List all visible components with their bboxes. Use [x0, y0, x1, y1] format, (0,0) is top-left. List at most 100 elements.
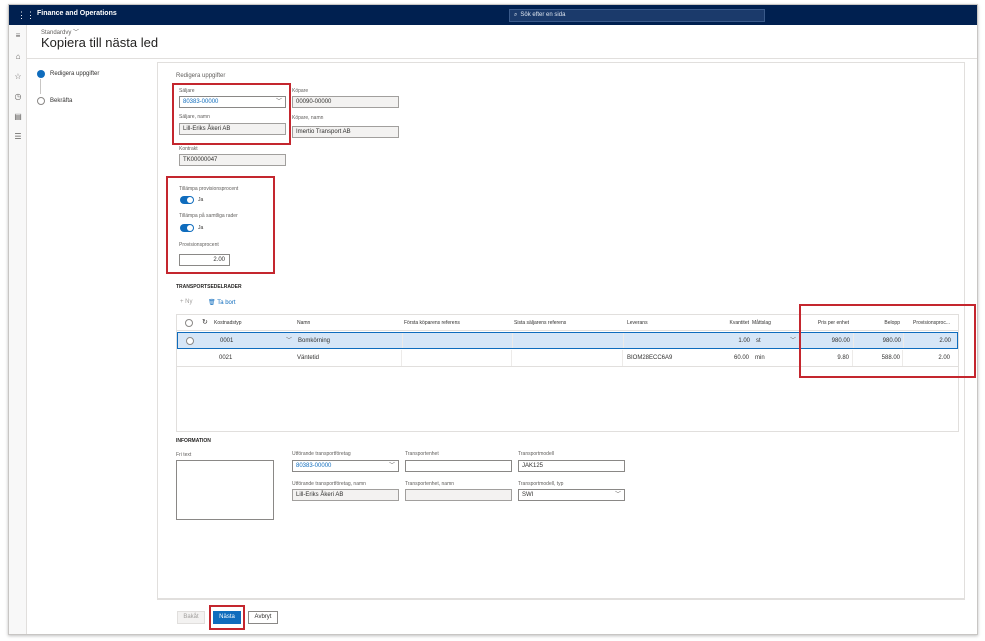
cell-quantity[interactable]: 1.00 [698, 333, 750, 348]
back-button[interactable]: Bakåt [177, 611, 205, 624]
select-all-radio[interactable] [185, 319, 193, 327]
carrier-name-field: Lill-Eriks Åkeri AB [292, 489, 399, 501]
seller-label: Säljare [179, 88, 195, 94]
app-title[interactable]: Finance and Operations [37, 10, 117, 17]
carrier-value: 80383-00000 [296, 463, 332, 469]
table-row[interactable]: 0001 ﹀ Bomkörning 1.00 st ﹀ 980.00 980.0… [177, 332, 958, 349]
home-icon[interactable]: ⌂ [13, 52, 23, 62]
apply-commission-toggle[interactable] [180, 196, 194, 204]
table-row[interactable]: 0021 Väntetid BIOM28ECC6A9 60.00 min 9.8… [177, 350, 958, 367]
transport-model-type-field[interactable]: SWI ﹀ [518, 489, 625, 501]
hamburger-icon[interactable]: ≡ [13, 31, 23, 41]
buyer-field: 00090-00000 [292, 96, 399, 108]
list-icon[interactable]: ☰ [13, 132, 23, 142]
col-delivery[interactable]: Leverans [627, 315, 697, 330]
buyer-name-field: Imertio Transport AB [292, 126, 399, 138]
transport-unit-field[interactable] [405, 460, 512, 472]
star-icon[interactable]: ☆ [13, 72, 23, 82]
step-active-icon [37, 70, 45, 78]
col-amount[interactable]: Belopp [855, 315, 900, 330]
contract-label: Kontrakt [179, 146, 198, 152]
cell-unit-price[interactable]: 980.00 [803, 333, 850, 348]
buyer-name-label: Köpare, namn [292, 115, 324, 121]
clock-icon[interactable]: ◷ [13, 92, 23, 102]
apply-all-rows-label: Tillämpa på samtliga rader [179, 213, 238, 219]
cell-name[interactable]: Bomkörning [298, 333, 393, 348]
lines-grid: ↻ Kostnadstyp Namn Första köparens refer… [176, 314, 959, 432]
cell-commission[interactable]: 2.00 [902, 350, 950, 366]
cancel-button[interactable]: Avbryt [248, 611, 278, 624]
apply-commission-value: Ja [198, 197, 204, 203]
chevron-down-icon[interactable]: ﹀ [790, 333, 800, 348]
seller-field[interactable]: 80383-00000 ﹀ [179, 96, 286, 108]
refresh-icon[interactable]: ↻ [202, 315, 212, 330]
apply-all-rows-toggle[interactable] [180, 224, 194, 232]
cell-cost-type[interactable]: 0001 [220, 333, 290, 348]
col-first-ref[interactable]: Första köparens referens [404, 315, 509, 330]
cell-amount[interactable]: 980.00 [856, 333, 901, 348]
section-title-information: INFORMATION [176, 438, 211, 444]
transport-model-field[interactable]: JAK125 [518, 460, 625, 472]
transport-unit-label: Transportenhet [405, 451, 439, 457]
transport-model-type-label: Transportmodell, typ [518, 481, 564, 487]
cell-delivery[interactable]: BIOM28ECC6A9 [627, 350, 697, 366]
search-icon: ⌕ [514, 12, 518, 18]
workspace-icon[interactable]: ▤ [13, 112, 23, 122]
col-divider [402, 333, 403, 348]
chevron-down-icon[interactable]: ﹀ [276, 97, 282, 107]
new-line-button[interactable]: + Ny [180, 299, 193, 305]
apply-commission-label: Tillämpa provisionsprocent [179, 186, 239, 192]
col-commission[interactable]: Provisionsproc... [902, 315, 950, 330]
page-title: Kopiera till nästa led [41, 35, 159, 50]
cell-name[interactable]: Väntetid [297, 350, 392, 366]
free-text-area[interactable] [176, 460, 274, 520]
commission-pct-label: Provisionsprocent [179, 242, 219, 248]
col-last-ref[interactable]: Sista säljarens referens [514, 315, 614, 330]
col-divider [511, 350, 512, 366]
col-cost-type[interactable]: Kostnadstyp [214, 315, 290, 330]
commission-pct-input[interactable]: 2.00 [179, 254, 230, 266]
carrier-name-label: Utförande transportföretag, namn [292, 481, 366, 487]
step-confirm[interactable]: Bekräfta [50, 98, 72, 104]
chevron-down-icon[interactable]: ﹀ [389, 461, 395, 471]
free-text-label: Fri text [176, 452, 192, 458]
cell-amount[interactable]: 588.00 [855, 350, 900, 366]
col-unit-price[interactable]: Pris per enhet [802, 315, 849, 330]
top-bar: ⋮⋮ Finance and Operations ⌕ Sök efter en … [9, 5, 977, 25]
cell-commission[interactable]: 2.00 [903, 333, 951, 348]
transport-model-type-value: SWI [522, 492, 534, 498]
col-unit[interactable]: Måttslag [752, 315, 792, 330]
cell-unit[interactable]: min [755, 350, 785, 366]
col-quantity[interactable]: Kvantitet [697, 315, 749, 330]
contract-field: TK00000047 [179, 154, 286, 166]
seller-value: 80383-00000 [183, 99, 219, 105]
cell-unit-price[interactable]: 9.80 [802, 350, 849, 366]
col-divider [622, 350, 623, 366]
cell-last-ref[interactable] [514, 350, 614, 366]
delete-line-label: Ta bort [217, 300, 236, 306]
cell-delivery[interactable] [628, 333, 698, 348]
next-button[interactable]: Nästa [213, 611, 241, 624]
cell-first-ref[interactable] [404, 350, 509, 366]
cell-unit[interactable]: st [756, 333, 786, 348]
cell-cost-type[interactable]: 0021 [219, 350, 289, 366]
transport-model-label: Transportmodell [518, 451, 554, 457]
cell-last-ref[interactable] [515, 333, 615, 348]
step-edit-details[interactable]: Redigera uppgifter [50, 71, 99, 77]
step-connector [40, 79, 41, 94]
new-line-label: Ny [185, 299, 193, 305]
chevron-down-icon[interactable]: ﹀ [286, 333, 296, 348]
chevron-down-icon[interactable]: ﹀ [615, 490, 621, 500]
search-box[interactable]: ⌕ Sök efter en sida [509, 9, 765, 22]
cell-first-ref[interactable] [405, 333, 510, 348]
seller-name-field: Lill-Eriks Åkeri AB [179, 123, 286, 135]
row-select-radio[interactable] [186, 337, 194, 345]
app-launcher-icon[interactable]: ⋮⋮ [17, 10, 35, 20]
buyer-label: Köpare [292, 88, 309, 94]
search-placeholder: Sök efter en sida [520, 12, 566, 18]
col-name[interactable]: Namn [297, 315, 392, 330]
carrier-field[interactable]: 80383-00000 ﹀ [292, 460, 399, 472]
cell-quantity[interactable]: 60.00 [697, 350, 749, 366]
delete-line-button[interactable]: 🗑 Ta bort [208, 299, 236, 306]
navigation-rail: ≡ ⌂ ☆ ◷ ▤ ☰ [9, 25, 27, 634]
